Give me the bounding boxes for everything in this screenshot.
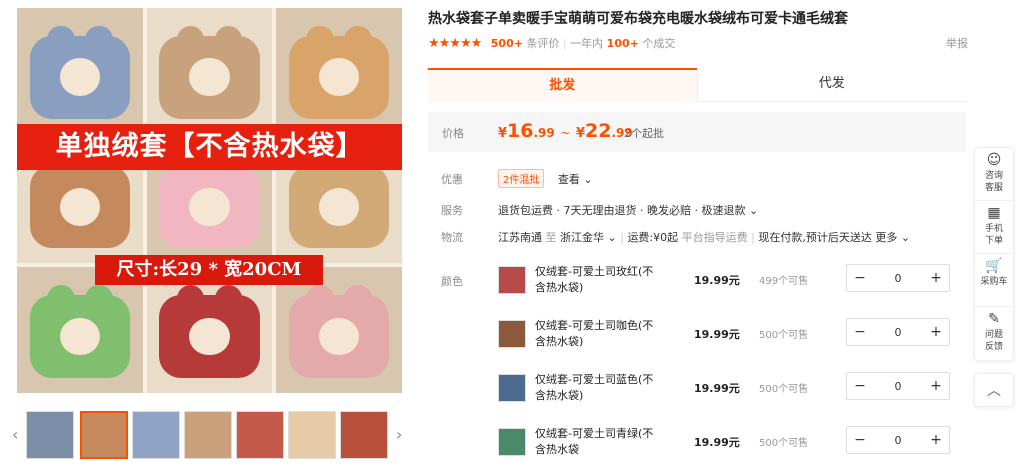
sku-stock: 500个可售 — [759, 384, 809, 395]
chat-icon: ☺ — [986, 152, 1002, 168]
report-link[interactable]: 举报 — [946, 35, 968, 51]
product-collage — [17, 8, 402, 393]
logistics-row: 江苏南通 至 浙江金华 ⌄ | 运费:¥0起 平台指导运费 | 现在付款,预计后… — [498, 231, 911, 244]
sku-price: 19.99元 — [694, 328, 740, 341]
collage-cell — [146, 8, 273, 134]
sku-row: #4a6a8f 仅绒套-可爱土司蓝色(不含热水袋) 19.99元 500个可售 −0+ — [498, 372, 958, 408]
plus-icon[interactable]: + — [923, 378, 949, 394]
quantity-stepper: −0 + — [846, 318, 950, 346]
sku-price: 19.99元 — [694, 436, 740, 449]
purchase-mode-tabs: 批发 代发 — [428, 68, 966, 102]
mobile-order-button[interactable]: ▦ 手机 下单 — [975, 201, 1013, 254]
quantity-stepper: −0 + — [846, 426, 950, 454]
back-to-top-button[interactable]: ︿ — [974, 373, 1014, 407]
sku-stock: 499个可售 — [759, 276, 809, 287]
thumbnail[interactable] — [132, 411, 180, 459]
promo-row: 2件混批 查看 ⌄ — [498, 169, 593, 188]
tab-dropship[interactable]: 代发 — [696, 68, 966, 102]
sales-count: 100+ — [606, 37, 639, 50]
service-text[interactable]: 退货包运费 · 7天无理由退货 · 晚发必赔 · 极速退款 ⌄ — [498, 202, 758, 218]
sku-row: #4a8a6a 仅绒套-可爱土司青绿(不含热水袋 19.99元 500个可售 −0+ — [498, 426, 958, 462]
price-range: ¥16.99 ~ ¥22.99 — [498, 120, 633, 142]
sku-row: #b84a4a 仅绒套-可爱土司玫红(不含热水袋) 19.99元 499个可售 −0+ — [498, 264, 958, 300]
purchase-cart-button[interactable]: 🛒 采购车 — [975, 254, 1013, 307]
main-product-image[interactable]: 单独绒套【不含热水袋】 尺寸:长29 * 宽20CM — [17, 8, 402, 393]
thumbnail[interactable] — [236, 411, 284, 459]
product-title: 热水袋套子单卖暖手宝萌萌可爱布袋充电暖水袋绒布可爱卡通毛绒套 — [428, 11, 848, 27]
sales-prefix: 一年内 — [570, 37, 604, 50]
price-box: 价格 ¥16.99 ~ ¥22.99 2个起批 — [428, 112, 966, 152]
shipping-fee: 运费:¥0起 — [627, 231, 679, 244]
thumbnail[interactable] — [26, 411, 74, 459]
moq-text: 2个起批 — [624, 127, 664, 140]
collage-cell — [17, 267, 143, 393]
logistics-more-link[interactable]: 更多 ⌄ — [875, 231, 910, 244]
ship-from: 江苏南通 — [498, 231, 542, 244]
promo-view-link[interactable]: 查看 ⌄ — [558, 173, 593, 186]
feedback-button[interactable]: ✎ 问题 反馈 — [975, 307, 1013, 360]
floating-toolbar: ☺ 咨询 客服 ▦ 手机 下单 🛒 采购车 ✎ 问题 反馈 — [974, 147, 1014, 361]
quantity-input[interactable]: 0 — [873, 326, 923, 339]
next-arrow-icon[interactable]: › — [396, 425, 402, 444]
sku-stock: 500个可售 — [759, 330, 809, 341]
customer-service-button[interactable]: ☺ 咨询 客服 — [975, 148, 1013, 201]
service-label: 服务 — [441, 204, 463, 217]
thumbnail-strip: ‹ › — [8, 411, 408, 463]
plus-icon[interactable]: + — [923, 432, 949, 448]
sku-thumbnail[interactable]: #8a5a3a — [498, 320, 526, 348]
price-label: 价格 — [442, 127, 464, 140]
ship-to-select[interactable]: 浙江金华 ⌄ — [560, 231, 617, 244]
color-label: 颜色 — [441, 275, 463, 288]
delivery-eta: 现在付款,预计后天送达 — [758, 231, 872, 244]
reviews-label: 条评价 — [526, 37, 560, 50]
sku-row: #8a5a3a 仅绒套-可爱土司咖色(不含热水袋) 19.99元 500个可售 −0+ — [498, 318, 958, 354]
logistics-label: 物流 — [441, 231, 463, 244]
quantity-input[interactable]: 0 — [873, 272, 923, 285]
tab-wholesale[interactable]: 批发 — [428, 68, 697, 102]
prev-arrow-icon[interactable]: ‹ — [12, 425, 18, 444]
edit-icon: ✎ — [988, 311, 1000, 327]
sku-thumbnail[interactable]: #b84a4a — [498, 266, 526, 294]
sku-stock: 500个可售 — [759, 438, 809, 449]
sku-thumbnail[interactable]: #4a6a8f — [498, 374, 526, 402]
sku-price: 19.99元 — [694, 382, 740, 395]
thumbnail[interactable] — [288, 411, 336, 459]
rating-stars-icon: ★★★★★ — [428, 36, 482, 51]
collage-cell — [146, 267, 273, 393]
cart-icon: 🛒 — [985, 258, 1003, 274]
sku-name: 仅绒套-可爱土司青绿(不含热水袋 — [535, 427, 654, 456]
plus-icon[interactable]: + — [923, 324, 949, 340]
reviews-count[interactable]: 500+ — [491, 37, 523, 50]
plus-icon[interactable]: + — [923, 270, 949, 286]
thumbnail-active[interactable] — [80, 411, 128, 459]
product-stats: ★★★★★ 500+ 条评价 | 一年内 100+ 个成交 — [428, 36, 676, 51]
promo-label: 优惠 — [441, 173, 463, 186]
collage-cell — [276, 8, 402, 134]
minus-icon[interactable]: − — [847, 432, 873, 448]
minus-icon[interactable]: − — [847, 270, 873, 286]
sku-thumbnail[interactable]: #4a8a6a — [498, 428, 526, 456]
minus-icon[interactable]: − — [847, 378, 873, 394]
thumbnail[interactable] — [340, 411, 388, 459]
sales-suffix: 个成交 — [642, 37, 676, 50]
collage-cell — [276, 267, 402, 393]
collage-cell — [17, 8, 143, 134]
quantity-input[interactable]: 0 — [873, 434, 923, 447]
banner-text: 单独绒套【不含热水袋】 — [17, 124, 402, 170]
sku-price: 19.99元 — [694, 274, 740, 287]
sku-name: 仅绒套-可爱土司玫红(不含热水袋) — [535, 265, 654, 294]
sku-name: 仅绒套-可爱土司蓝色(不含热水袋) — [535, 373, 654, 402]
thumbnail[interactable] — [184, 411, 232, 459]
qrcode-icon: ▦ — [987, 205, 1001, 221]
size-tag: 尺寸:长29 * 宽20CM — [95, 255, 323, 285]
sku-name: 仅绒套-可爱土司咖色(不含热水袋) — [535, 319, 654, 348]
promo-badge: 2件混批 — [498, 169, 545, 188]
quantity-input[interactable]: 0 — [873, 380, 923, 393]
quantity-stepper: −0 + — [846, 264, 950, 292]
minus-icon[interactable]: − — [847, 324, 873, 340]
quantity-stepper: −0 + — [846, 372, 950, 400]
